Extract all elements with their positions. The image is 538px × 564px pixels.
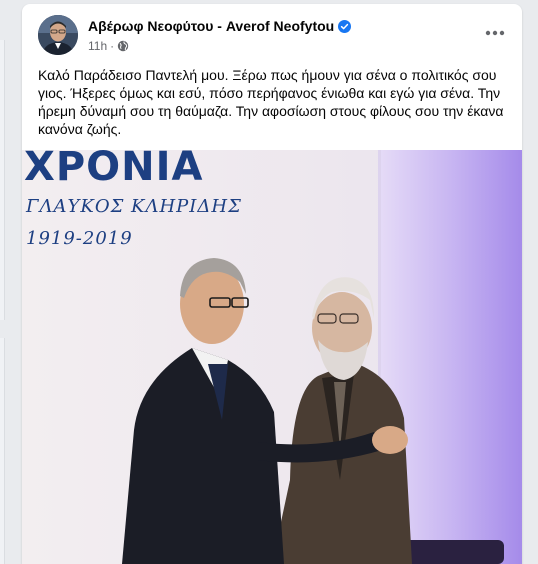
post-text: Καλό Παράδεισο Παντελή μου. Ξέρω πως ήμο… — [38, 67, 504, 137]
banner-title: ΧΡΟΝΙΑ — [24, 150, 204, 190]
author-name[interactable]: Αβέρωφ Νεοφύτου - Averof Neofytou — [88, 18, 334, 34]
post-timestamp[interactable]: 11h — [88, 39, 107, 53]
avatar[interactable] — [38, 15, 78, 55]
post-header: Αβέρωφ Νεοφύτου - Averof Neofytou 11h · — [22, 4, 522, 60]
more-options-icon — [485, 30, 505, 36]
verified-badge-icon — [338, 19, 352, 33]
left-card-edge — [0, 338, 5, 564]
meta-separator: · — [110, 39, 115, 53]
left-column-edge — [0, 0, 8, 564]
banner-years: 1919-2019 — [26, 228, 133, 249]
more-options-button[interactable] — [480, 18, 510, 48]
globe-icon[interactable] — [117, 40, 129, 52]
left-card-edge — [0, 40, 5, 320]
banner-name: ΓΛΑΥΚΟΣ ΚΛΗΡΙΔΗΣ — [26, 196, 242, 217]
feed-post: Αβέρωφ Νεοφύτου - Averof Neofytou 11h · — [22, 4, 522, 564]
post-photo[interactable]: ΧΡΟΝΙΑ ΓΛΑΥΚΟΣ ΚΛΗΡΙΔΗΣ 1919-2019 — [22, 150, 522, 564]
